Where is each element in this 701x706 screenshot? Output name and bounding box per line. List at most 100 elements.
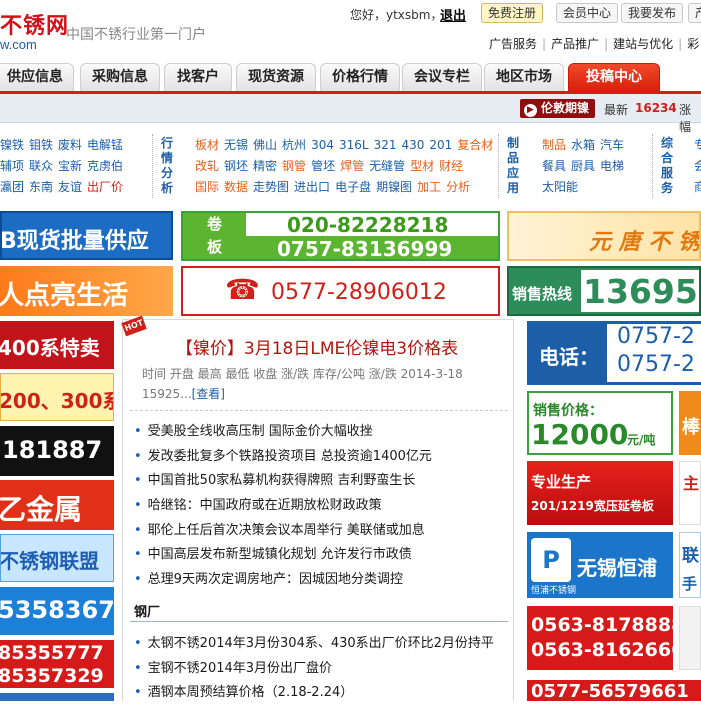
extra-link[interactable]: 彩: [687, 37, 699, 51]
ad-banner-side-blue[interactable]: 联 手: [679, 532, 701, 598]
tab-conference[interactable]: 会议专栏: [402, 63, 482, 91]
tab-supply[interactable]: 供应信息: [0, 63, 74, 91]
category-link[interactable]: 加工: [417, 180, 441, 194]
category-link[interactable]: 国际: [195, 180, 219, 194]
ad-banner-coil-plate[interactable]: 卷 板 020-82228218 0757-83136999: [181, 211, 500, 261]
ad-banner-side-orange[interactable]: 棒: [679, 391, 701, 455]
category-link[interactable]: 321: [374, 138, 397, 152]
member-center-button[interactable]: 会员中心: [556, 3, 619, 23]
category-link[interactable]: 无缝管: [369, 159, 405, 173]
category-link[interactable]: 钼铁: [29, 138, 53, 152]
ad-banner-pro-production[interactable]: 专业生产 201/1219宽压延卷板: [527, 461, 673, 525]
site-logo-domain[interactable]: w.com: [0, 37, 37, 52]
category-link[interactable]: 杭州: [282, 138, 306, 152]
site-logo[interactable]: 不锈网: [0, 8, 69, 40]
free-register-button[interactable]: 免费注册: [481, 3, 544, 23]
tab-submission[interactable]: 投稿中心: [568, 63, 660, 91]
tab-regional-market[interactable]: 地区市场: [484, 63, 564, 91]
news-item[interactable]: 受美股全线收高压制 国际金价大幅收挫: [134, 420, 514, 445]
category-link[interactable]: 友谊: [58, 180, 82, 194]
news-item[interactable]: 中国首批50家私募机构获得牌照 吉利野蛮生长: [134, 469, 514, 494]
tab-spot-resources[interactable]: 现货资源: [236, 63, 316, 91]
category-link[interactable]: 废料: [58, 138, 82, 152]
section-title-steel-mill[interactable]: 钢厂: [134, 601, 160, 620]
ad-banner-phones-red[interactable]: 85355777 85357329: [0, 640, 114, 688]
category-link[interactable]: 分析: [446, 180, 470, 194]
category-link[interactable]: 板材: [195, 138, 219, 152]
category-link[interactable]: 专: [694, 138, 701, 152]
category-link[interactable]: 复合材: [457, 138, 493, 152]
ad-banner-side-grey[interactable]: [679, 606, 701, 670]
ad-service-link[interactable]: 广告服务: [489, 37, 537, 51]
category-link[interactable]: 商: [694, 180, 701, 194]
category-link[interactable]: 型材: [410, 159, 434, 173]
category-link[interactable]: 期镍图: [376, 180, 412, 194]
category-link[interactable]: 数据: [224, 180, 248, 194]
category-link[interactable]: 瀛团: [0, 180, 24, 194]
ad-banner-phone-blue[interactable]: 5358367: [0, 587, 114, 635]
news-item[interactable]: 发改委批复多个铁路投资项目 总投资逾1400亿元: [134, 445, 514, 470]
ad-banner-400-series[interactable]: 400系特卖: [0, 321, 114, 369]
ad-banner-phones-0563[interactable]: 0563-8178888 0563-8162666: [527, 606, 673, 670]
lme-nickel-badge[interactable]: ▶ 伦敦期镍: [520, 99, 596, 118]
category-link[interactable]: 改轧: [195, 159, 219, 173]
category-link[interactable]: 430: [401, 138, 424, 152]
category-link[interactable]: 出厂价: [87, 180, 123, 194]
category-link[interactable]: 焊管: [340, 159, 364, 173]
news-item[interactable]: 太钢不锈2014年3月份304系、430系出厂价环比2月份持平: [134, 632, 514, 657]
ad-banner-hotline[interactable]: 销售热线 13695: [507, 266, 701, 316]
logout-link[interactable]: 退出: [440, 5, 466, 24]
ad-banner-price[interactable]: 销售价格： 12000 元/吨: [527, 391, 673, 455]
product-promo-link[interactable]: 产品推广: [551, 37, 599, 51]
category-link[interactable]: 制品: [542, 138, 566, 152]
category-link[interactable]: 太阳能: [542, 180, 578, 194]
category-link[interactable]: 316L: [339, 138, 369, 152]
category-link[interactable]: 电梯: [600, 159, 624, 173]
ad-banner-cut[interactable]: [0, 693, 114, 701]
tab-find-customer[interactable]: 找客户: [164, 63, 232, 91]
ad-banner-spot-supply[interactable]: B现货批量供应: [0, 211, 173, 260]
category-link[interactable]: 201: [429, 138, 452, 152]
ad-banner-phone-black[interactable]: 181887: [0, 426, 114, 476]
news-item[interactable]: 酒钢本周预结算价格（2.18-2.24）: [134, 681, 514, 706]
category-link[interactable]: 餐具: [542, 159, 566, 173]
view-link[interactable]: [查看]: [192, 387, 225, 401]
category-link[interactable]: 精密: [253, 159, 277, 173]
news-item[interactable]: 哈继铭：中国政府或在近期放松财政政策: [134, 494, 514, 519]
ad-banner-lighting[interactable]: 人点亮生活: [0, 266, 173, 316]
category-link[interactable]: 进出口: [294, 180, 330, 194]
category-link[interactable]: 钢管: [282, 159, 306, 173]
category-link[interactable]: 304: [311, 138, 334, 152]
category-link[interactable]: 佛山: [253, 138, 277, 152]
tab-price-market[interactable]: 价格行情: [320, 63, 400, 91]
category-link[interactable]: 辅项: [0, 159, 24, 173]
category-link[interactable]: 钢坯: [224, 159, 248, 173]
category-link[interactable]: 走势图: [253, 180, 289, 194]
site-optimize-link[interactable]: 建站与优化: [613, 37, 673, 51]
category-link[interactable]: 联众: [29, 159, 53, 173]
category-link[interactable]: 宝新: [58, 159, 82, 173]
news-item[interactable]: 耶伦上任后首次决策会议本周举行 美联储或加息: [134, 519, 514, 544]
category-link[interactable]: 东南: [29, 180, 53, 194]
category-link[interactable]: 厨具: [571, 159, 595, 173]
publish-button[interactable]: 我要发布: [621, 3, 684, 23]
ad-banner-yuantang[interactable]: 元 唐 不 锈: [507, 211, 701, 261]
category-link[interactable]: 电子盘: [335, 180, 371, 194]
news-item[interactable]: 中国高层发布新型城镇化规划 允许发行市政债: [134, 543, 514, 568]
product-button[interactable]: 产: [688, 3, 701, 23]
category-link[interactable]: 电解锰: [87, 138, 123, 152]
ad-banner-phone-0577[interactable]: 0577-56579661: [527, 680, 701, 701]
category-link[interactable]: 水箱: [571, 138, 595, 152]
category-link[interactable]: 管坯: [311, 159, 335, 173]
category-link[interactable]: 无锡: [224, 138, 248, 152]
ad-banner-contact-phone[interactable]: 电话： 0757-2 0757-2: [527, 321, 701, 385]
ad-banner-alliance[interactable]: 不锈钢联盟: [0, 534, 114, 582]
ad-banner-200-300-series[interactable]: 200、300系: [0, 373, 114, 421]
category-link[interactable]: 汽车: [600, 138, 624, 152]
category-link[interactable]: 克虏伯: [87, 159, 123, 173]
tab-purchase[interactable]: 采购信息: [80, 63, 160, 91]
category-link[interactable]: 财经: [439, 159, 463, 173]
ad-banner-side-white[interactable]: 主: [679, 461, 701, 525]
news-item[interactable]: 宝钢不锈2014年3月份出厂盘价: [134, 657, 514, 682]
ad-banner-metal[interactable]: 乙金属: [0, 480, 114, 530]
